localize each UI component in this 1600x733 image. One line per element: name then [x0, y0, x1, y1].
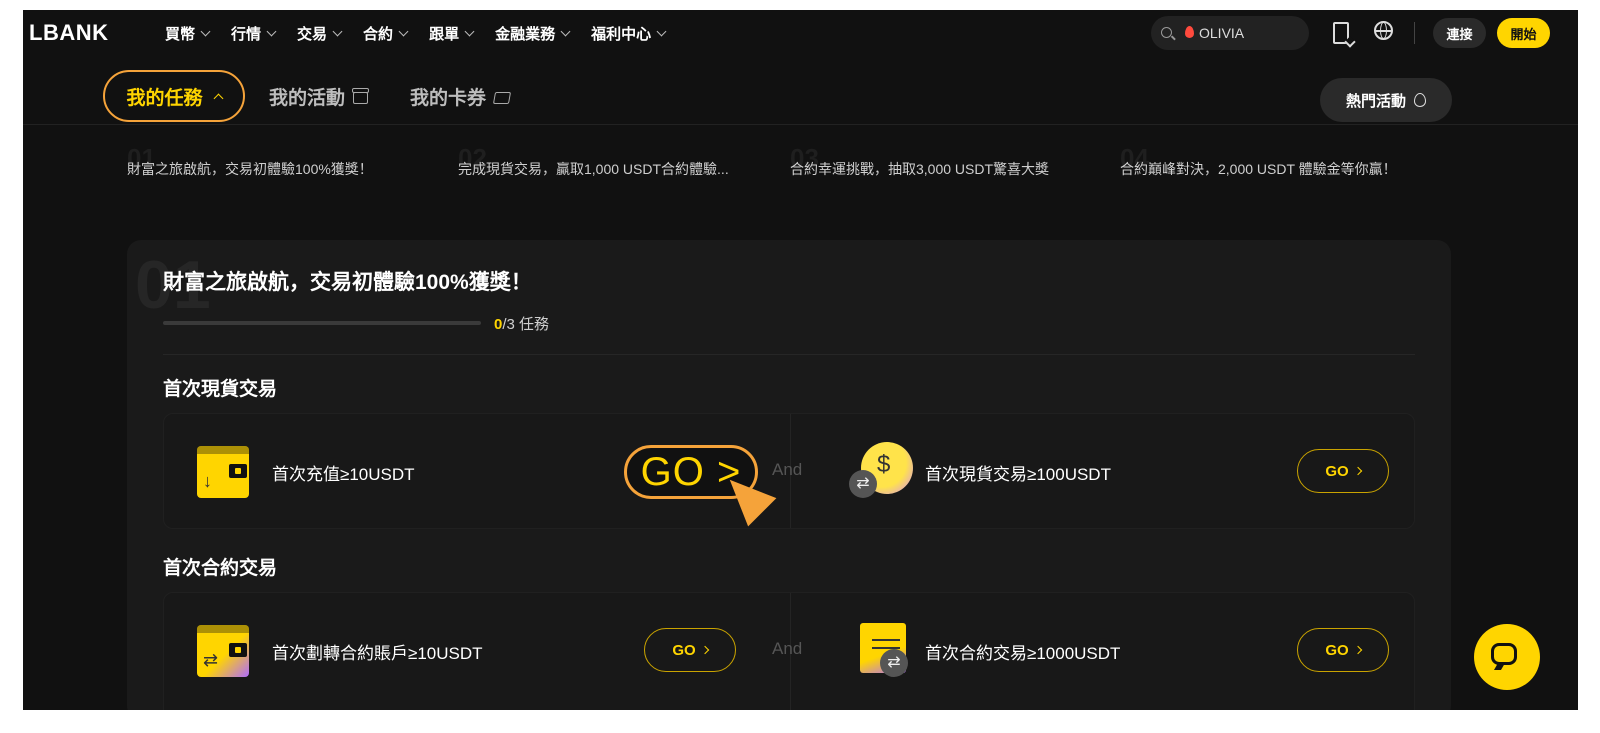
step-item[interactable]: 04 合約巔峰對決，2,000 USDT 體驗金等你贏！ [1120, 143, 1440, 193]
gift-icon [352, 88, 370, 104]
task-tabs: 我的任務 我的活動 我的卡券 熱門活動 [23, 66, 1578, 125]
search-box[interactable] [1151, 16, 1309, 50]
search-input[interactable] [1199, 22, 1299, 44]
tab-my-tasks[interactable]: 我的任務 [103, 70, 245, 122]
go-button[interactable]: GO [1297, 628, 1389, 672]
nav-finance[interactable]: 金融業務 [495, 23, 571, 44]
go-button[interactable]: GO [1297, 449, 1389, 493]
and-label: And [772, 460, 803, 479]
connect-button[interactable]: 連接 [1433, 18, 1486, 48]
card-title: 財富之旅啟航，交易初體驗100%獲獎！ [163, 271, 532, 294]
task-row-futures: ⇄ 首次劃轉合約賬戶≥10USDT GO And ⇄ 首次合約交易≥1000US… [163, 592, 1415, 710]
task-card: 01 財富之旅啟航，交易初體驗100%獲獎！ 0/3 任務 首次現貨交易 ↓ 首… [127, 240, 1451, 710]
nav-copy-trading[interactable]: 跟單 [429, 23, 475, 44]
progress-bar [163, 321, 481, 325]
top-header: LBANK 買幣 行情 交易 合約 跟單 金融業務 福利中心 連接 開始 [23, 10, 1578, 56]
main-nav: 買幣 行情 交易 合約 跟單 金融業務 福利中心 [165, 10, 667, 56]
section-title-futures: 首次合約交易 [163, 558, 278, 579]
step-item[interactable]: 01 財富之旅啟航，交易初體驗100%獲獎！ [127, 143, 437, 193]
step-item[interactable]: 02 完成現貨交易，贏取1,000 USDT合約體驗... [458, 143, 768, 193]
header-divider [1414, 22, 1415, 44]
swap-icon: ⇄ [849, 470, 877, 498]
chevron-right-icon [1353, 645, 1362, 655]
start-button[interactable]: 開始 [1497, 18, 1550, 48]
chevron-down-icon [656, 26, 667, 36]
task-steps: 01 財富之旅啟航，交易初體驗100%獲獎！ 02 完成現貨交易，贏取1,000… [23, 143, 1578, 203]
search-icon [1161, 27, 1172, 38]
task-label: 首次充值≥10USDT [272, 465, 415, 484]
step-item[interactable]: 03 合約幸運挑戰，抽取3,000 USDT驚喜大獎 [790, 143, 1100, 193]
chevron-right-icon [700, 645, 709, 655]
flame-icon [1185, 26, 1194, 38]
fire-icon [1414, 93, 1426, 107]
chevron-down-icon [200, 26, 211, 36]
task-row-spot: ↓ 首次充值≥10USDT And $ ⇄ 首次現貨交易≥100USDT GO [163, 413, 1415, 529]
chevron-down-icon [332, 26, 343, 36]
chat-support-button[interactable] [1474, 624, 1540, 690]
transfer-wallet-icon: ⇄ [197, 625, 249, 677]
chat-icon [1491, 643, 1517, 665]
tab-my-coupons[interactable]: 我的卡券 [410, 70, 512, 122]
chevron-down-icon [266, 26, 277, 36]
nav-trade[interactable]: 交易 [297, 23, 343, 44]
task-label: 首次現貨交易≥100USDT [925, 465, 1111, 484]
swap-icon: ⇄ [880, 649, 908, 677]
nav-buy-crypto[interactable]: 買幣 [165, 23, 211, 44]
go-button[interactable]: GO [644, 628, 736, 672]
chevron-down-icon [464, 26, 475, 36]
app-window: LBANK 買幣 行情 交易 合約 跟單 金融業務 福利中心 連接 開始 我的任… [23, 10, 1578, 710]
globe-icon[interactable] [1374, 21, 1393, 40]
nav-markets[interactable]: 行情 [231, 23, 277, 44]
download-app-icon[interactable] [1333, 22, 1349, 44]
deposit-wallet-icon: ↓ [197, 446, 249, 498]
task-label: 首次合約交易≥1000USDT [925, 644, 1121, 663]
hot-activities-button[interactable]: 熱門活動 [1320, 78, 1452, 122]
progress-text: 0/3 任務 [494, 316, 550, 333]
tab-my-activities[interactable]: 我的活動 [269, 70, 370, 122]
chevron-down-icon [560, 26, 571, 36]
section-title-spot: 首次現貨交易 [163, 379, 278, 400]
and-label: And [772, 639, 803, 658]
divider [163, 354, 1415, 355]
coupon-icon [492, 92, 512, 104]
chevron-down-icon [398, 26, 409, 36]
task-label: 首次劃轉合約賬戶≥10USDT [272, 644, 483, 663]
chevron-right-icon [1353, 466, 1362, 476]
lbank-logo[interactable]: LBANK [29, 20, 109, 46]
nav-rewards-center[interactable]: 福利中心 [591, 23, 667, 44]
nav-futures[interactable]: 合約 [363, 23, 409, 44]
chevron-up-icon [213, 93, 223, 103]
